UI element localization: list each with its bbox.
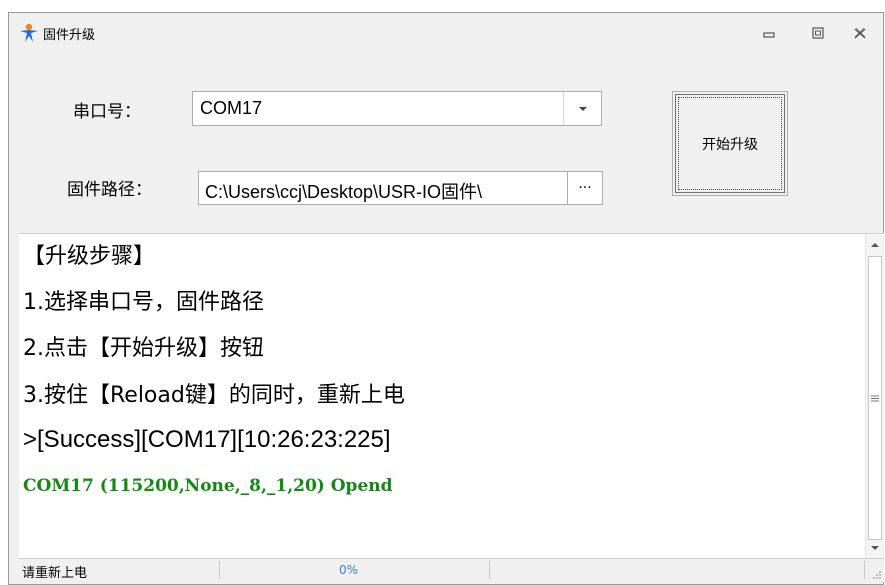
log-line: 2.点击【开始升级】按钮 — [23, 336, 264, 361]
status-text: 请重新上电 — [22, 566, 88, 581]
start-upgrade-button[interactable]: 开始升级 — [672, 91, 788, 196]
log-line: 【升级步骤】 — [23, 244, 156, 269]
maximize-button[interactable] — [807, 23, 829, 43]
status-separator — [489, 561, 490, 579]
log-line: COM17 (115200,None,_8,_1,20) Opend — [23, 476, 393, 496]
log-line: 1.选择串口号，固件路径 — [23, 290, 264, 315]
close-button[interactable] — [849, 23, 871, 43]
port-select[interactable]: COM17 — [192, 91, 602, 126]
firmware-path-label: 固件路径： — [67, 180, 152, 200]
close-icon — [854, 27, 866, 39]
log-output[interactable]: 【升级步骤】 1.选择串口号，固件路径 2.点击【开始升级】按钮 3.按住【Re… — [19, 233, 884, 559]
log-line: 3.按住【Reload键】的同时，重新上电 — [23, 383, 405, 408]
person-star-icon — [20, 23, 38, 42]
status-bar: 请重新上电 0% — [19, 558, 884, 582]
size-grip-icon[interactable] — [872, 570, 882, 580]
firmware-path-input[interactable]: C:\Users\ccj\Desktop\USR-IO固件\ — [198, 171, 568, 205]
port-label: 串口号： — [73, 102, 141, 122]
scroll-up-button[interactable] — [866, 236, 884, 254]
title-bar[interactable]: 固件升级 — [9, 13, 883, 53]
dropdown-arrow-icon — [578, 106, 587, 111]
grip-lines-icon — [871, 395, 879, 401]
port-dropdown-button[interactable] — [563, 92, 601, 125]
scroll-up-arrow-icon — [871, 243, 879, 247]
window-title: 固件升级 — [43, 28, 96, 43]
scroll-down-arrow-icon — [871, 546, 879, 550]
scroll-down-button[interactable] — [866, 539, 884, 557]
scroll-thumb[interactable] — [868, 256, 882, 540]
status-separator — [219, 561, 220, 579]
minimize-icon — [763, 32, 775, 38]
port-select-value: COM17 — [200, 98, 263, 118]
browse-button[interactable]: ··· — [567, 171, 603, 205]
log-line: >[Success][COM17][10:26:23:225] — [23, 426, 391, 453]
log-scrollbar[interactable] — [865, 234, 884, 559]
maximize-icon — [812, 27, 824, 39]
firmware-upgrade-window: 固件升级 串口号： COM17 固件路径： C:\Users\ccj\Deskt… — [8, 12, 884, 585]
focus-rectangle — [678, 97, 782, 190]
status-separator — [864, 561, 865, 579]
progress-label: 0% — [339, 563, 359, 577]
minimize-button[interactable] — [758, 23, 780, 43]
firmware-path-value: C:\Users\ccj\Desktop\USR-IO固件\ — [205, 182, 483, 202]
